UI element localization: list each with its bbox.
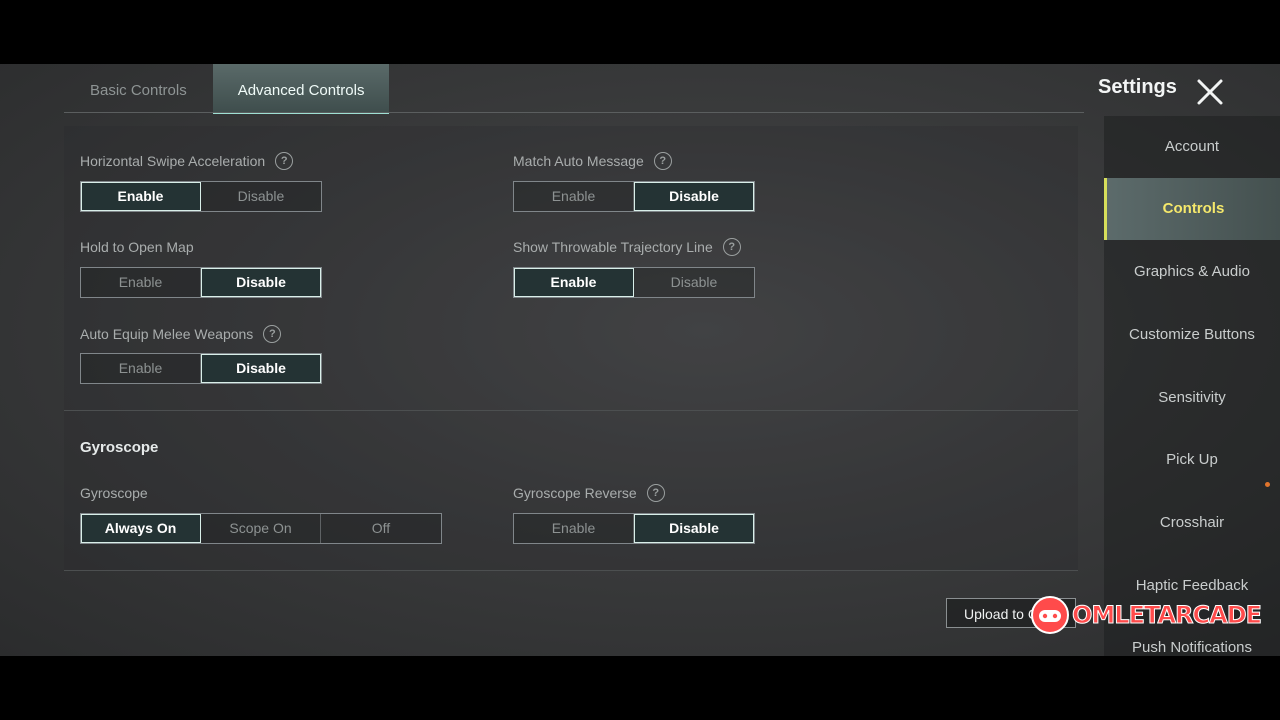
help-icon[interactable]: ?: [653, 152, 672, 170]
horizontal-swipe-disable-button[interactable]: Disable: [201, 182, 321, 211]
tab-basic-controls[interactable]: Basic Controls: [64, 64, 213, 112]
hold-open-map-disable-button[interactable]: Disable: [201, 268, 321, 297]
horizontal-swipe-enable-button[interactable]: Enable: [81, 182, 201, 211]
tab-advanced-controls[interactable]: Advanced Controls: [212, 64, 390, 114]
section-divider: [64, 570, 1078, 571]
sidebar-item-account[interactable]: Account: [1104, 116, 1280, 178]
help-icon[interactable]: ?: [722, 238, 741, 256]
hold-open-map-toggle: Enable Disable: [80, 267, 322, 298]
auto-equip-melee-toggle: Enable Disable: [80, 353, 322, 384]
notification-dot: [1265, 482, 1270, 487]
help-icon[interactable]: ?: [275, 152, 294, 170]
control-tabs: Basic Controls Advanced Controls: [64, 64, 390, 114]
gyroscope-label: Gyroscope: [80, 485, 148, 501]
throwable-trajectory-toggle: Enable Disable: [513, 267, 755, 298]
gyroscope-section-title: Gyroscope: [80, 439, 159, 456]
section-divider: [64, 410, 1078, 411]
letterbox-bottom: [0, 656, 1280, 720]
sidebar-item-controls[interactable]: Controls: [1104, 178, 1280, 240]
gyroscope-off-button[interactable]: Off: [321, 514, 441, 543]
sidebar-item-crosshair[interactable]: Crosshair: [1104, 492, 1280, 554]
match-auto-message-toggle: Enable Disable: [513, 181, 755, 212]
sidebar-item-customize-buttons[interactable]: Customize Buttons: [1104, 304, 1280, 366]
auto-equip-melee-enable-button[interactable]: Enable: [81, 354, 201, 383]
gyroscope-reverse-disable-button[interactable]: Disable: [634, 514, 754, 543]
throwable-trajectory-label: Show Throwable Trajectory Line ?: [513, 238, 741, 256]
throwable-trajectory-disable-button[interactable]: Disable: [634, 268, 754, 297]
gyroscope-reverse-toggle: Enable Disable: [513, 513, 755, 544]
settings-screen: Basic Controls Advanced Controls Setting…: [0, 64, 1280, 656]
sidebar-item-pick-up[interactable]: Pick Up: [1104, 429, 1280, 491]
gyroscope-reverse-label: Gyroscope Reverse ?: [513, 484, 665, 502]
help-icon[interactable]: ?: [646, 484, 665, 502]
watermark-logo: OMLETARCADE: [1030, 595, 1263, 635]
gamepad-icon: [1031, 596, 1069, 634]
auto-equip-melee-label: Auto Equip Melee Weapons ?: [80, 325, 282, 343]
match-auto-message-disable-button[interactable]: Disable: [634, 182, 754, 211]
match-auto-message-enable-button[interactable]: Enable: [514, 182, 634, 211]
gyroscope-mode-toggle: Always On Scope On Off: [80, 513, 442, 544]
help-icon[interactable]: ?: [263, 325, 282, 343]
auto-equip-melee-disable-button[interactable]: Disable: [201, 354, 321, 383]
watermark-text: OMLETARCADE: [1071, 601, 1262, 630]
hold-open-map-enable-button[interactable]: Enable: [81, 268, 201, 297]
sidebar-item-graphics-audio[interactable]: Graphics & Audio: [1104, 241, 1280, 303]
close-icon[interactable]: [1194, 76, 1226, 108]
horizontal-swipe-label: Horizontal Swipe Acceleration ?: [80, 152, 294, 170]
settings-sidebar: Account Controls Graphics & Audio Custom…: [1104, 116, 1280, 656]
page-title: Settings: [1098, 76, 1177, 98]
gyroscope-reverse-enable-button[interactable]: Enable: [514, 514, 634, 543]
gyroscope-always-on-button[interactable]: Always On: [81, 514, 201, 543]
hold-open-map-label: Hold to Open Map: [80, 239, 194, 255]
throwable-trajectory-enable-button[interactable]: Enable: [514, 268, 634, 297]
sidebar-item-sensitivity[interactable]: Sensitivity: [1104, 367, 1280, 429]
match-auto-message-label: Match Auto Message ?: [513, 152, 672, 170]
horizontal-swipe-toggle: Enable Disable: [80, 181, 322, 212]
tab-underline: [64, 112, 1084, 113]
gyroscope-scope-on-button[interactable]: Scope On: [201, 514, 321, 543]
